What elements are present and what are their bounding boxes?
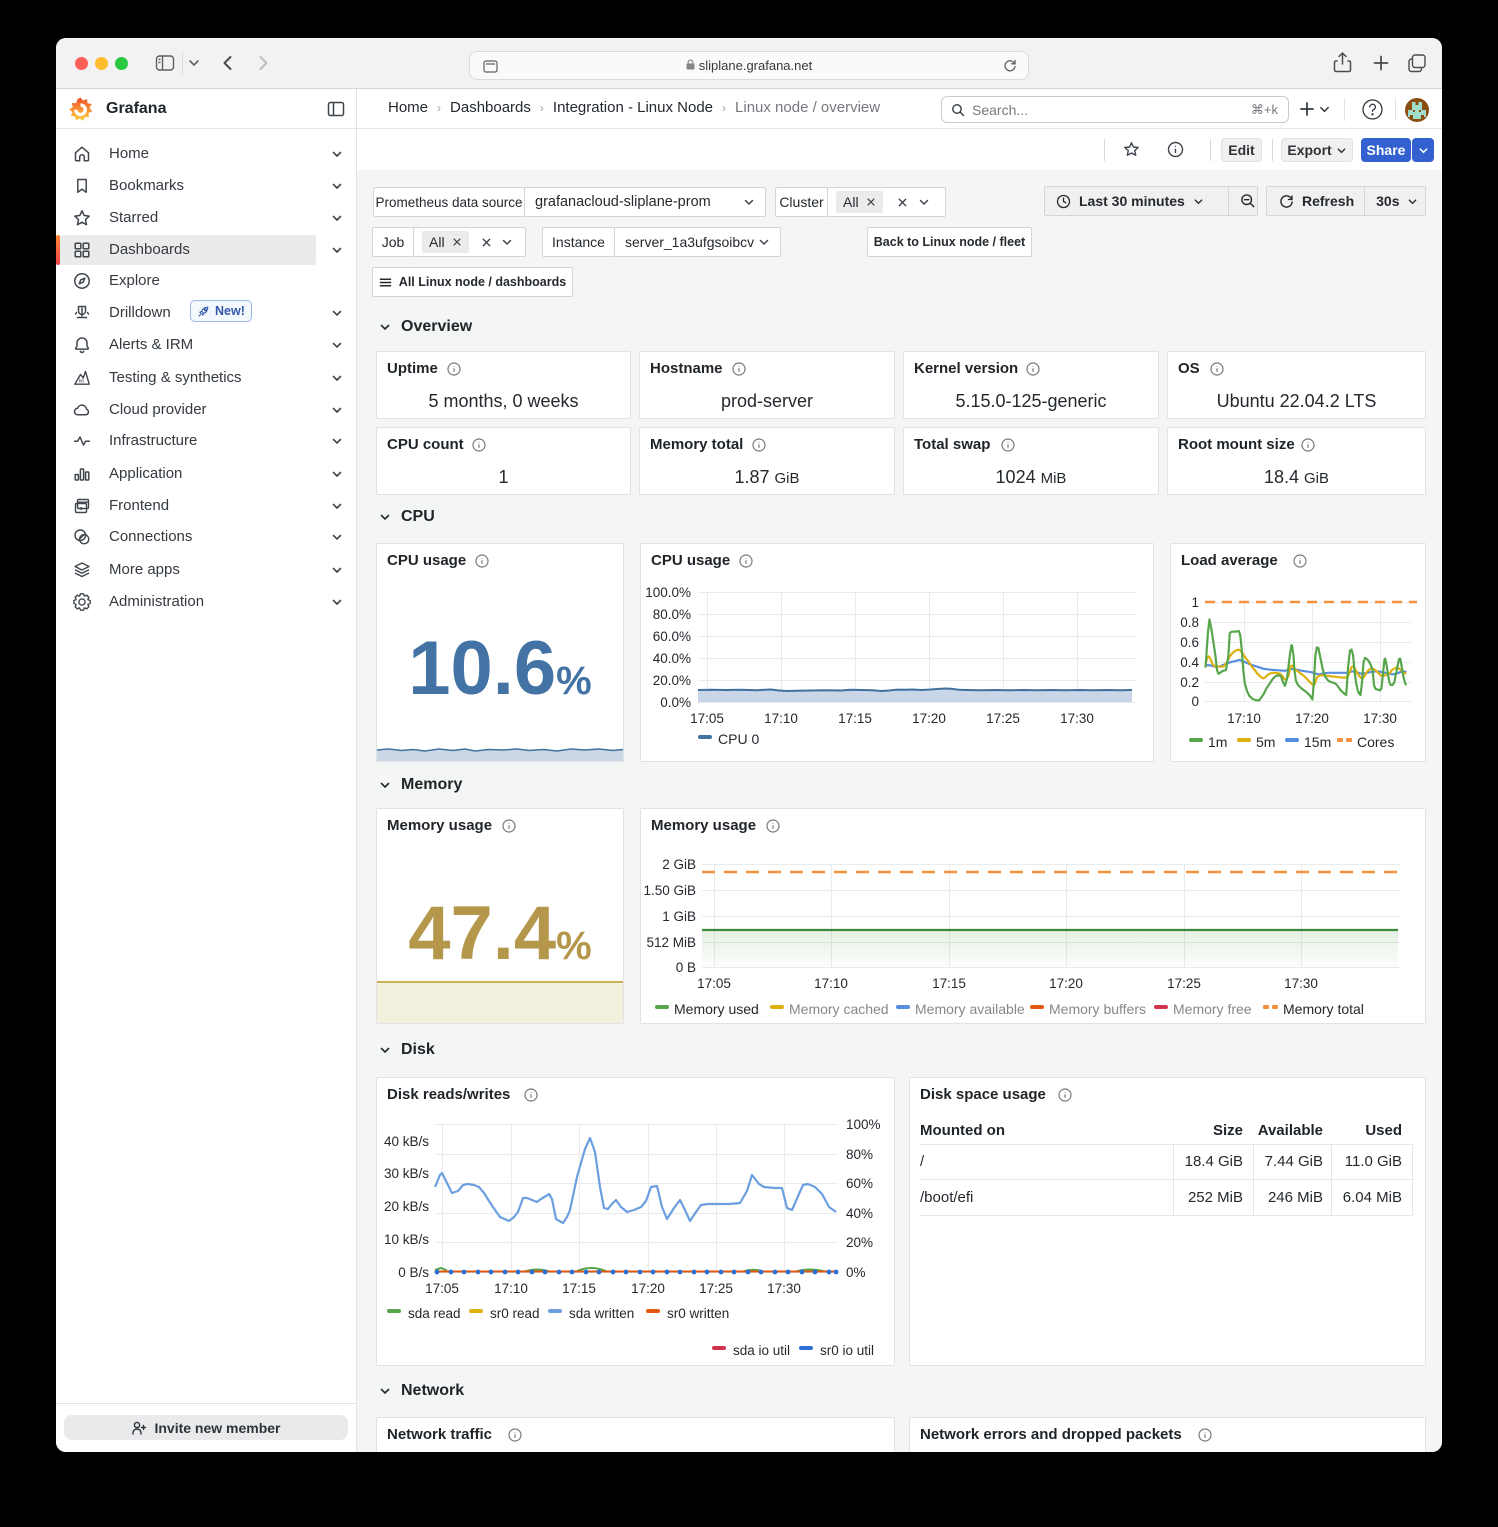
svg-text:17:30: 17:30 [1363,711,1397,726]
svg-text:17:20: 17:20 [1295,711,1329,726]
svg-text:0 B/s: 0 B/s [398,1265,429,1280]
svg-text:17:30: 17:30 [767,1281,801,1296]
svg-text:17:15: 17:15 [838,711,872,726]
svg-text:5m: 5m [1256,734,1275,750]
svg-text:17:25: 17:25 [986,711,1020,726]
svg-text:Cores: Cores [1357,734,1394,750]
svg-text:30 kB/s: 30 kB/s [384,1166,429,1181]
svg-text:0.0%: 0.0% [660,695,691,710]
svg-text:Memory free: Memory free [1173,1001,1252,1017]
svg-text:17:25: 17:25 [699,1281,733,1296]
svg-text:2 GiB: 2 GiB [662,857,696,872]
svg-text:sr0 io util: sr0 io util [820,1343,874,1358]
svg-text:17:10: 17:10 [1227,711,1261,726]
svg-text:1: 1 [1191,595,1199,610]
svg-text:17:05: 17:05 [697,976,731,991]
svg-text:sda io util: sda io util [733,1343,790,1358]
svg-text:0.8: 0.8 [1180,615,1199,630]
svg-text:60%: 60% [846,1176,873,1191]
svg-text:0.6: 0.6 [1180,635,1199,650]
svg-text:1.50 GiB: 1.50 GiB [643,883,696,898]
svg-text:CPU 0: CPU 0 [718,731,759,747]
svg-text:40.0%: 40.0% [653,651,691,666]
svg-text:Memory buffers: Memory buffers [1049,1001,1146,1017]
svg-text:Memory available: Memory available [915,1001,1025,1017]
svg-text:100.0%: 100.0% [645,585,691,600]
svg-text:10 kB/s: 10 kB/s [384,1232,429,1247]
svg-text:17:30: 17:30 [1284,976,1318,991]
svg-text:17:20: 17:20 [912,711,946,726]
svg-text:40%: 40% [846,1206,873,1221]
svg-text:k6: k6 [79,378,85,384]
svg-text:sr0 read: sr0 read [490,1306,540,1321]
svg-text:17:25: 17:25 [1167,976,1201,991]
svg-text:Memory cached: Memory cached [789,1001,889,1017]
svg-text:17:15: 17:15 [932,976,966,991]
svg-text:sda written: sda written [569,1306,634,1321]
svg-text:80%: 80% [846,1147,873,1162]
svg-text:40 kB/s: 40 kB/s [384,1134,429,1149]
svg-text:15m: 15m [1304,734,1331,750]
svg-text:17:10: 17:10 [494,1281,528,1296]
svg-text:100%: 100% [846,1117,881,1132]
svg-text:0.2: 0.2 [1180,675,1199,690]
svg-text:17:20: 17:20 [631,1281,665,1296]
svg-text:17:10: 17:10 [764,711,798,726]
svg-text:sda read: sda read [408,1306,461,1321]
svg-text:0.4: 0.4 [1180,655,1199,670]
svg-text:20 kB/s: 20 kB/s [384,1199,429,1214]
svg-text:17:30: 17:30 [1060,711,1094,726]
svg-text:0 B: 0 B [676,960,696,975]
svg-text:20.0%: 20.0% [653,673,691,688]
svg-text:Memory total: Memory total [1283,1001,1364,1017]
svg-text:1 GiB: 1 GiB [662,909,696,924]
svg-text:512 MiB: 512 MiB [646,935,696,950]
svg-text:17:05: 17:05 [425,1281,459,1296]
svg-text:0%: 0% [846,1265,866,1280]
svg-text:20%: 20% [846,1235,873,1250]
svg-text:17:10: 17:10 [814,976,848,991]
svg-text:80.0%: 80.0% [653,607,691,622]
svg-text:17:15: 17:15 [562,1281,596,1296]
svg-text:0: 0 [1191,694,1199,709]
svg-text:60.0%: 60.0% [653,629,691,644]
svg-text:1m: 1m [1208,734,1227,750]
svg-text:17:05: 17:05 [690,711,724,726]
svg-text:sr0 written: sr0 written [667,1306,729,1321]
svg-text:17:20: 17:20 [1049,976,1083,991]
svg-text:Memory used: Memory used [674,1001,759,1017]
